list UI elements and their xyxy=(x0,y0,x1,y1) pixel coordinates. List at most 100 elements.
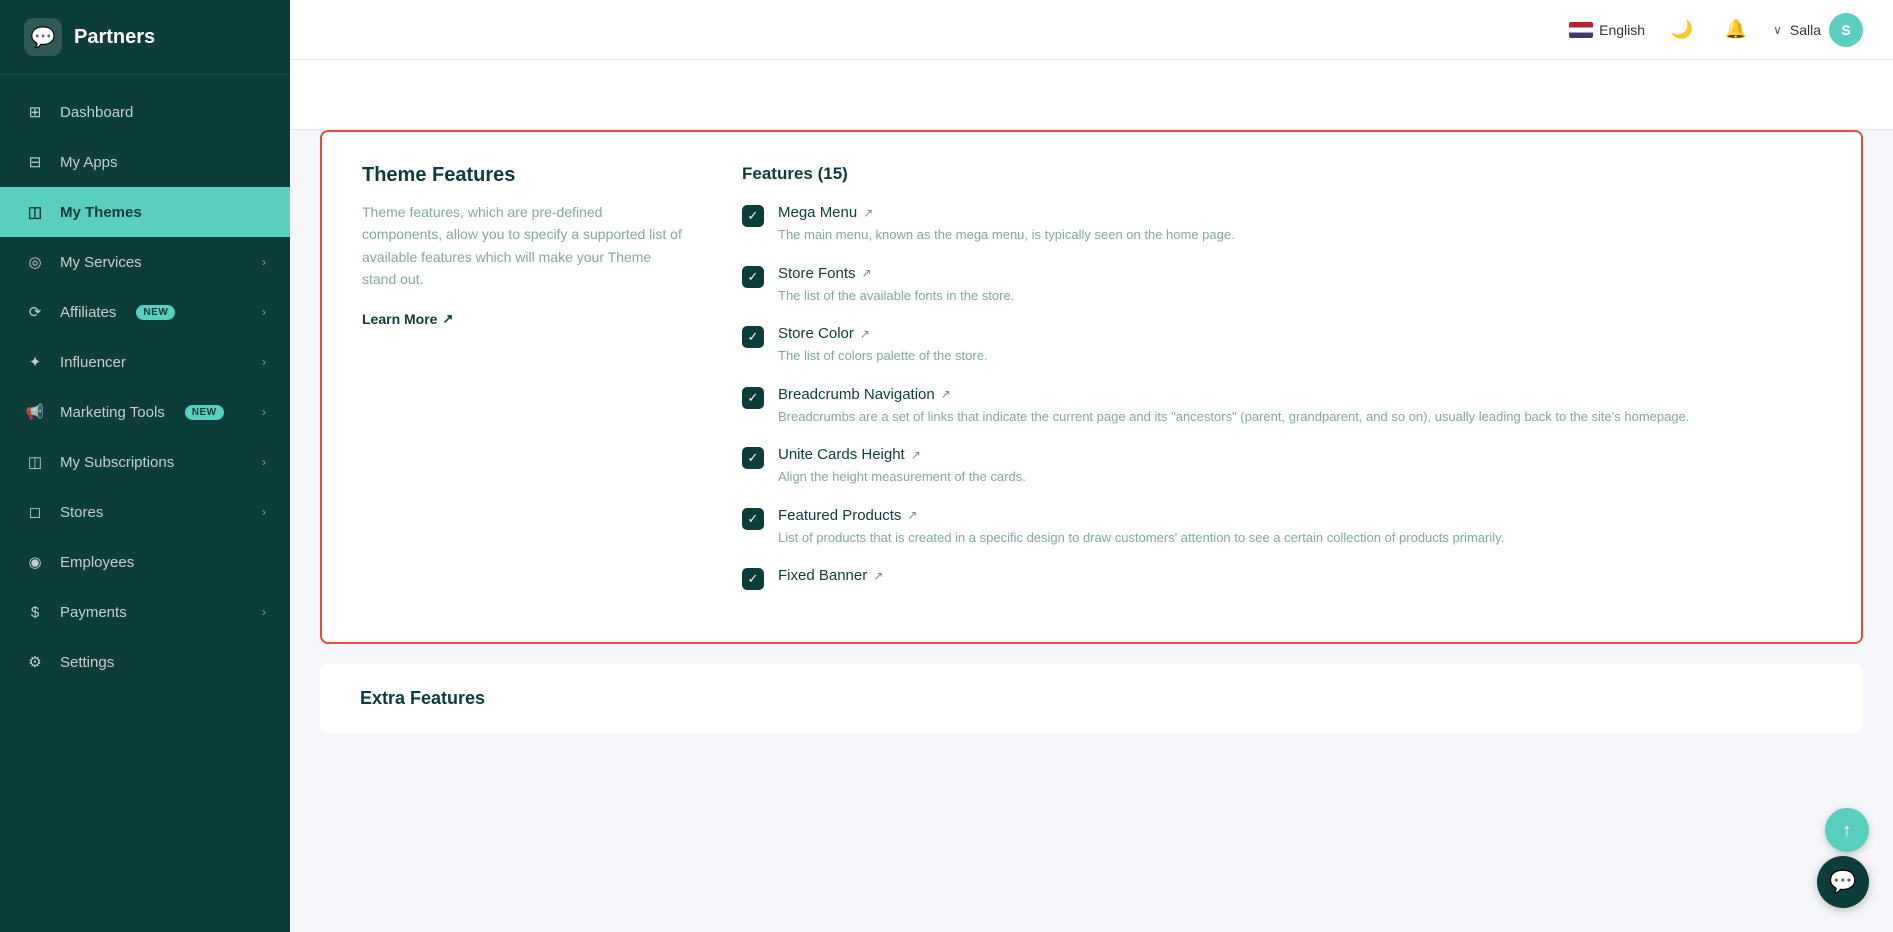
sidebar-item-my-services[interactable]: ◎My Services› xyxy=(0,237,290,287)
dashboard-icon: ⊞ xyxy=(24,101,46,123)
feature-desc-1: The list of the available fonts in the s… xyxy=(778,286,1014,306)
chevron-marketing-tools: › xyxy=(262,405,266,419)
top-stub xyxy=(290,60,1893,130)
chevron-icon: ∨ xyxy=(1773,23,1782,37)
feature-checkbox-2[interactable]: ✓ xyxy=(742,326,764,348)
feature-content-1: Store Fonts↗The list of the available fo… xyxy=(778,265,1014,306)
sidebar-logo[interactable]: 💬 Partners xyxy=(0,0,290,75)
features-list: ✓ Mega Menu↗ The main menu, known as the m… xyxy=(742,204,1821,590)
employees-icon: ◉ xyxy=(24,551,46,573)
username-label: Salla xyxy=(1790,22,1821,38)
feature-ext-link-0[interactable]: ↗ xyxy=(863,206,873,220)
feature-content-0: Mega Menu↗ The main menu, known as the me… xyxy=(778,204,1235,245)
sidebar-label-my-themes: My Themes xyxy=(60,204,142,221)
logo-text: Partners xyxy=(74,26,155,49)
content-area: Theme Features Theme features, which are… xyxy=(290,60,1893,932)
sidebar-item-marketing-tools[interactable]: 📢Marketing ToolsNEW› xyxy=(0,387,290,437)
sidebar-label-stores: Stores xyxy=(60,504,103,521)
stores-icon: ◻ xyxy=(24,501,46,523)
feature-ext-link-3[interactable]: ↗ xyxy=(941,387,951,401)
main-area: English 🌙 🔔 ∨ Salla S Theme Features The… xyxy=(290,0,1893,932)
sidebar-item-influencer[interactable]: ✦ Influencer › xyxy=(0,337,290,387)
chevron-my-subscriptions: › xyxy=(262,455,266,469)
feature-item-0: ✓ Mega Menu↗ The main menu, known as the m… xyxy=(742,204,1821,245)
feature-content-3: Breadcrumb Navigation↗Breadcrumbs are a … xyxy=(778,386,1689,427)
feature-ext-link-2[interactable]: ↗ xyxy=(860,327,870,341)
feature-item-2: ✓ Store Color↗The list of colors palette … xyxy=(742,325,1821,366)
sidebar-item-my-subscriptions[interactable]: ◫My Subscriptions› xyxy=(0,437,290,487)
extra-features-section: Extra Features xyxy=(320,664,1863,733)
feature-ext-link-5[interactable]: ↗ xyxy=(907,508,917,522)
feature-title-5: Featured Products↗ xyxy=(778,507,1504,524)
feature-checkbox-4[interactable]: ✓ xyxy=(742,447,764,469)
dark-mode-toggle[interactable]: 🌙 xyxy=(1665,13,1699,47)
user-menu[interactable]: ∨ Salla S xyxy=(1773,13,1863,47)
learn-more-link[interactable]: Learn More ↗ xyxy=(362,311,453,327)
sidebar-label-marketing-tools: Marketing Tools xyxy=(60,404,165,421)
sidebar-item-my-themes[interactable]: ◫ My Themes xyxy=(0,187,290,237)
feature-checkbox-3[interactable]: ✓ xyxy=(742,387,764,409)
chat-button[interactable]: 💬 xyxy=(1817,856,1869,908)
sidebar-item-dashboard[interactable]: ⊞ Dashboard xyxy=(0,87,290,137)
extra-features-title: Extra Features xyxy=(360,688,1823,709)
chevron-affiliates: › xyxy=(262,305,266,319)
my-apps-icon: ⊟ xyxy=(24,151,46,173)
feature-content-2: Store Color↗The list of colors palette o… xyxy=(778,325,988,366)
settings-icon: ⚙ xyxy=(24,651,46,673)
chevron-influencer: › xyxy=(262,355,266,369)
feature-content-6: Fixed Banner↗ xyxy=(778,567,883,588)
feature-checkbox-1[interactable]: ✓ xyxy=(742,266,764,288)
sidebar-item-employees[interactable]: ◉ Employees xyxy=(0,537,290,587)
feature-title-4: Unite Cards Height↗ xyxy=(778,446,1026,463)
influencer-icon: ✦ xyxy=(24,351,46,373)
payments-icon: $ xyxy=(24,601,46,623)
sidebar-label-influencer: Influencer xyxy=(60,354,126,371)
sidebar-label-settings: Settings xyxy=(60,654,114,671)
marketing-tools-icon: 📢 xyxy=(24,401,46,423)
sidebar-item-settings[interactable]: ⚙ Settings xyxy=(0,637,290,687)
theme-features-description: Theme features, which are pre-defined co… xyxy=(362,201,682,291)
feature-checkbox-0[interactable]: ✓ xyxy=(742,205,764,227)
flag-icon xyxy=(1569,22,1593,38)
theme-features-card: Theme Features Theme features, which are… xyxy=(320,130,1863,644)
sidebar-navigation: ⊞ Dashboard ⊟My Apps ◫ My Themes ◎My Services… xyxy=(0,75,290,932)
feature-desc-2: The list of colors palette of the store. xyxy=(778,346,988,366)
feature-title-3: Breadcrumb Navigation↗ xyxy=(778,386,1689,403)
notifications-button[interactable]: 🔔 xyxy=(1719,13,1753,47)
badge-affiliates: NEW xyxy=(136,305,175,320)
language-selector[interactable]: English xyxy=(1569,22,1645,38)
chevron-payments: › xyxy=(262,605,266,619)
topbar: English 🌙 🔔 ∨ Salla S xyxy=(290,0,1893,60)
feature-checkbox-5[interactable]: ✓ xyxy=(742,508,764,530)
scroll-up-button[interactable]: ↑ xyxy=(1825,808,1869,852)
sidebar-label-employees: Employees xyxy=(60,554,134,571)
feature-item-5: ✓ Featured Products↗ List of products that… xyxy=(742,507,1821,548)
feature-checkbox-6[interactable]: ✓ xyxy=(742,568,764,590)
sidebar-label-affiliates: Affiliates xyxy=(60,304,116,321)
feature-ext-link-4[interactable]: ↗ xyxy=(911,448,921,462)
feature-content-4: Unite Cards Height↗ Align the height meas… xyxy=(778,446,1026,487)
feature-title-0: Mega Menu↗ xyxy=(778,204,1235,221)
feature-desc-5: List of products that is created in a sp… xyxy=(778,528,1504,548)
feature-ext-link-1[interactable]: ↗ xyxy=(862,266,872,280)
language-label: English xyxy=(1599,22,1645,38)
sidebar-label-dashboard: Dashboard xyxy=(60,104,133,121)
feature-desc-0: The main menu, known as the mega menu, i… xyxy=(778,225,1235,245)
chevron-my-services: › xyxy=(262,255,266,269)
features-list-panel: Features (15) ✓Mega Menu↗The main menu, … xyxy=(742,164,1821,610)
feature-title-6: Fixed Banner↗ xyxy=(778,567,883,584)
sidebar-item-payments[interactable]: $Payments› xyxy=(0,587,290,637)
sidebar-item-my-apps[interactable]: ⊟My Apps xyxy=(0,137,290,187)
feature-ext-link-6[interactable]: ↗ xyxy=(873,569,883,583)
sidebar-item-stores[interactable]: ◻ Stores › xyxy=(0,487,290,537)
affiliates-icon: ⟳ xyxy=(24,301,46,323)
logo-icon: 💬 xyxy=(24,18,62,56)
card-left-panel: Theme Features Theme features, which are… xyxy=(362,164,682,610)
chevron-stores: › xyxy=(262,505,266,519)
feature-content-5: Featured Products↗ List of products that … xyxy=(778,507,1504,548)
sidebar-item-affiliates[interactable]: ⟳ Affiliates NEW › xyxy=(0,287,290,337)
feature-item-3: ✓ Breadcrumb Navigation↗Breadcrumbs are a… xyxy=(742,386,1821,427)
feature-item-4: ✓ Unite Cards Height↗ Align the height mea… xyxy=(742,446,1821,487)
feature-desc-4: Align the height measurement of the card… xyxy=(778,467,1026,487)
my-themes-icon: ◫ xyxy=(24,201,46,223)
